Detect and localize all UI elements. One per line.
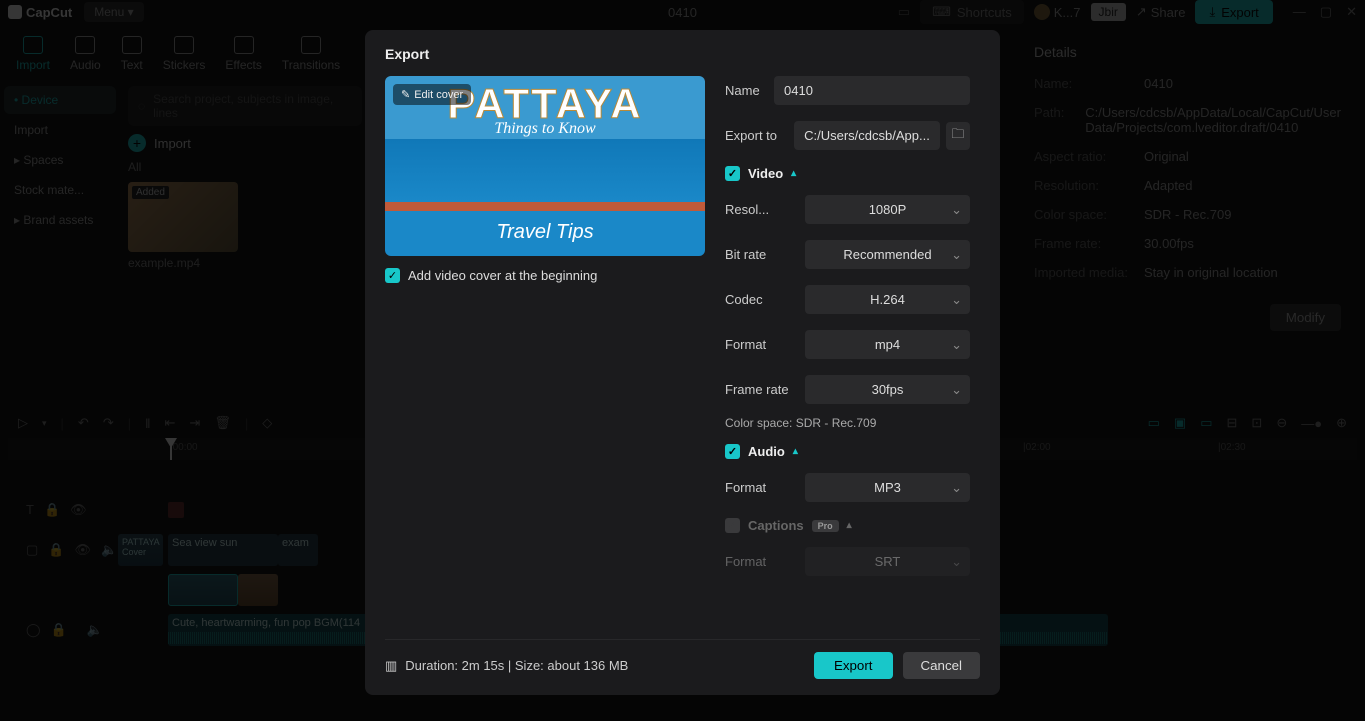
cover-bottom-text: Travel Tips <box>385 221 705 244</box>
cancel-button[interactable]: Cancel <box>903 652 981 679</box>
video-section-label: Video <box>748 166 783 181</box>
modal-title: Export <box>385 46 980 62</box>
captions-section-label: Captions <box>748 518 804 533</box>
colorspace-note: Color space: SDR - Rec.709 <box>725 416 970 430</box>
pencil-icon: ✎ <box>401 88 410 101</box>
captions-format-label: Format <box>725 554 805 569</box>
audio-format-label: Format <box>725 480 805 495</box>
video-format-select[interactable]: mp4 <box>805 330 970 359</box>
cover-subtitle-text: Things to Know <box>494 120 595 138</box>
name-label: Name <box>725 83 774 98</box>
chevron-up-icon[interactable]: ▴ <box>847 520 852 531</box>
edit-cover-button[interactable]: ✎ Edit cover <box>393 84 471 105</box>
add-cover-label: Add video cover at the beginning <box>408 268 597 283</box>
browse-button[interactable]: 🗀 <box>946 122 970 150</box>
pro-badge: Pro <box>812 520 839 532</box>
exportto-path: C:/Users/cdcsb/App... <box>794 121 940 150</box>
audio-section-label: Audio <box>748 444 785 459</box>
codec-label: Codec <box>725 292 805 307</box>
resolution-label: Resol... <box>725 202 805 217</box>
resolution-select[interactable]: 1080P <box>805 195 970 224</box>
footer-info-text: Duration: 2m 15s | Size: about 136 MB <box>405 658 628 673</box>
name-input[interactable] <box>774 76 970 105</box>
chevron-up-icon[interactable]: ▴ <box>791 168 796 179</box>
chevron-up-icon[interactable]: ▴ <box>793 446 798 457</box>
bitrate-label: Bit rate <box>725 247 805 262</box>
export-confirm-button[interactable]: Export <box>814 652 893 679</box>
framerate-select[interactable]: 30fps <box>805 375 970 404</box>
codec-select[interactable]: H.264 <box>805 285 970 314</box>
bitrate-select[interactable]: Recommended <box>805 240 970 269</box>
edit-cover-label: Edit cover <box>414 89 463 101</box>
audio-format-select[interactable]: MP3 <box>805 473 970 502</box>
cover-preview: ✎ Edit cover PATTAYA Things to Know Trav… <box>385 76 705 256</box>
framerate-label: Frame rate <box>725 382 805 397</box>
export-modal: Export ✎ Edit cover PATTAYA Things to Kn… <box>365 30 1000 695</box>
captions-format-select: SRT <box>805 547 970 576</box>
video-checkbox[interactable]: ✓ <box>725 166 740 181</box>
audio-checkbox[interactable]: ✓ <box>725 444 740 459</box>
captions-checkbox[interactable]: ✓ <box>725 518 740 533</box>
exportto-label: Export to <box>725 128 794 143</box>
add-cover-checkbox[interactable]: ✓ <box>385 268 400 283</box>
folder-icon: 🗀 <box>951 125 964 147</box>
film-icon: ▥ <box>385 658 397 674</box>
video-format-label: Format <box>725 337 805 352</box>
